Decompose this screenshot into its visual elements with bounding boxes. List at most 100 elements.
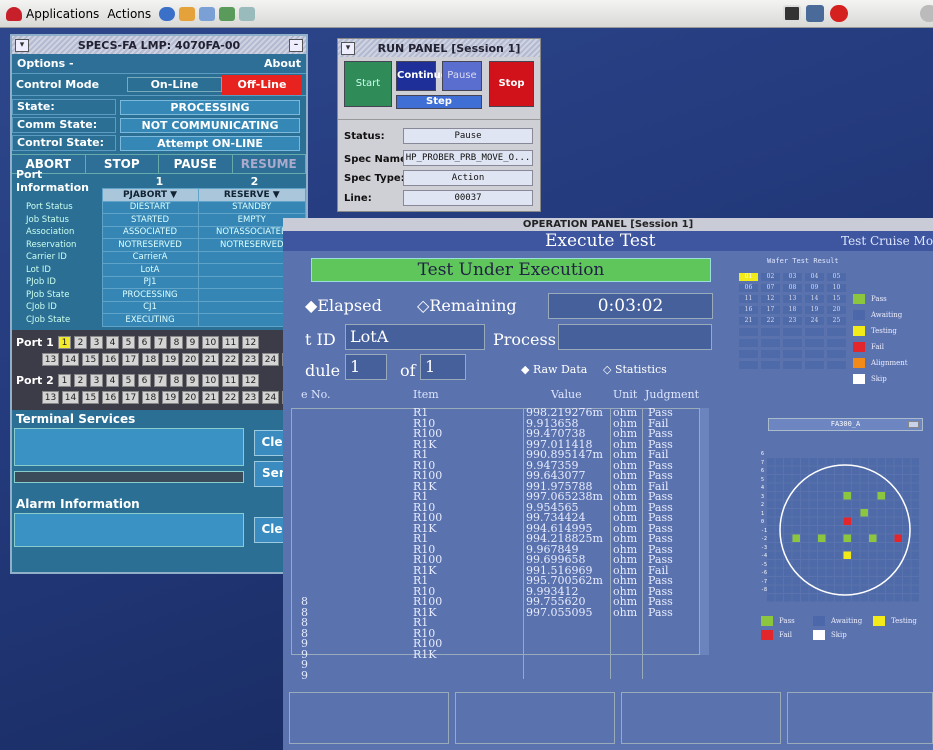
port1-slot[interactable]: 4	[106, 336, 119, 349]
port2-slot[interactable]: 14	[62, 391, 79, 404]
port1-slot[interactable]: 16	[102, 353, 119, 366]
window-menu-icon[interactable]: ▾	[341, 41, 355, 55]
raw-data-radio[interactable]: ◆ Raw Data	[521, 363, 587, 376]
run-titlebar[interactable]: ▾ RUN PANEL [Session 1]	[338, 39, 540, 57]
port2-label: Port 2	[16, 373, 54, 387]
resume-button[interactable]: RESUME	[233, 155, 306, 173]
legend-alignment: Alignment	[853, 358, 908, 368]
dropdown-icon[interactable]	[908, 421, 919, 428]
lot-id-field[interactable]: LotA	[345, 324, 485, 350]
tool-icon[interactable]	[239, 6, 256, 21]
port2-slot[interactable]: 3	[90, 374, 103, 387]
port1-slot[interactable]: 21	[202, 353, 219, 366]
actions-menu[interactable]: Actions	[107, 7, 151, 21]
port1-slot[interactable]: 2	[74, 336, 87, 349]
port2-slot[interactable]: 10	[202, 374, 219, 387]
port2-slot[interactable]: 21	[202, 391, 219, 404]
window-menu-icon[interactable]: ▾	[15, 38, 29, 52]
run-pause-button[interactable]: Pause	[442, 61, 482, 91]
specs-titlebar[interactable]: ▾ SPECS-FA LMP: 4070FA-00 –	[12, 36, 306, 54]
port1-slot[interactable]: 10	[202, 336, 219, 349]
port2-slot[interactable]: 18	[142, 391, 159, 404]
port1-slot[interactable]: 3	[90, 336, 103, 349]
mail-icon[interactable]	[179, 6, 196, 21]
operation-titlebar[interactable]: OPERATION PANEL [Session 1]	[283, 218, 933, 231]
wafer-select[interactable]: FA300_A	[768, 418, 923, 431]
port1-slot[interactable]: 13	[42, 353, 59, 366]
wafer-die	[826, 568, 834, 576]
pause-button[interactable]: PAUSE	[159, 155, 233, 173]
statistics-radio[interactable]: ◇ Statistics	[603, 363, 667, 376]
elapsed-radio[interactable]: ◆Elapsed	[305, 296, 382, 315]
about-menu[interactable]: About	[264, 57, 301, 70]
port1-slot[interactable]: 23	[242, 353, 259, 366]
port2-slot[interactable]: 8	[170, 374, 183, 387]
run-stop-button[interactable]: Stop	[489, 61, 534, 107]
port1-slot[interactable]: 1	[58, 336, 71, 349]
port1-slot[interactable]: 24	[262, 353, 279, 366]
remaining-radio[interactable]: ◇Remaining	[417, 296, 517, 315]
wafer-die	[801, 568, 809, 576]
port2-slot[interactable]: 4	[106, 374, 119, 387]
port2-slot[interactable]: 16	[102, 391, 119, 404]
terminal-output[interactable]	[14, 427, 244, 466]
module-field[interactable]: 1	[345, 354, 387, 380]
port1-slot[interactable]: 15	[82, 353, 99, 366]
clock-icon[interactable]	[920, 5, 933, 22]
process-field[interactable]	[558, 324, 712, 350]
port2-slot[interactable]: 17	[122, 391, 139, 404]
wafer-die	[911, 568, 919, 576]
port1-slot[interactable]: 5	[122, 336, 135, 349]
network-icon[interactable]	[783, 5, 801, 22]
wafer-die	[877, 526, 885, 534]
clipboard-icon[interactable]	[806, 5, 824, 22]
port1-slot[interactable]: 14	[62, 353, 79, 366]
port1-select[interactable]: PJABORT ▼	[101, 188, 199, 202]
office-icon[interactable]	[219, 6, 236, 21]
port1-slot[interactable]: 22	[222, 353, 239, 366]
start-button[interactable]: Start	[344, 61, 392, 107]
port1-slot[interactable]: 7	[154, 336, 167, 349]
browser-icon[interactable]	[159, 6, 176, 21]
port2-slot[interactable]: 22	[222, 391, 239, 404]
alarm-output[interactable]	[14, 512, 244, 547]
wafer-die	[886, 551, 894, 559]
port2-slot[interactable]: 6	[138, 374, 151, 387]
port1-slot[interactable]: 9	[186, 336, 199, 349]
port2-slot[interactable]: 7	[154, 374, 167, 387]
alert-icon[interactable]	[830, 5, 848, 22]
port1-slot[interactable]: 12	[242, 336, 259, 349]
port2-slot[interactable]: 23	[242, 391, 259, 404]
offline-button[interactable]: Off-Line	[222, 74, 302, 95]
port1-slot[interactable]: 19	[162, 353, 179, 366]
port2-slot[interactable]: 1	[58, 374, 71, 387]
port2-slot[interactable]: 24	[262, 391, 279, 404]
wafer-die	[835, 534, 843, 542]
port2-slot[interactable]: 13	[42, 391, 59, 404]
port2-slot[interactable]: 20	[182, 391, 199, 404]
port1-slot[interactable]: 6	[138, 336, 151, 349]
editor-icon[interactable]	[199, 6, 216, 21]
online-button[interactable]: On-Line	[127, 77, 222, 92]
applications-menu[interactable]: Applications	[26, 7, 99, 21]
port2-select[interactable]: RESERVE ▼	[197, 188, 306, 202]
continue-button[interactable]: Continue	[396, 61, 448, 91]
port2-slot[interactable]: 19	[162, 391, 179, 404]
port1-slot[interactable]: 8	[170, 336, 183, 349]
port-info-row: Reservation NOTRESERVED NOTRESERVED	[12, 238, 306, 252]
terminal-input[interactable]	[14, 470, 244, 483]
step-button[interactable]: Step	[396, 95, 482, 109]
port2-slot[interactable]: 9	[186, 374, 199, 387]
port2-slot[interactable]: 12	[242, 374, 259, 387]
port2-slot[interactable]: 15	[82, 391, 99, 404]
minimize-icon[interactable]: –	[289, 38, 303, 52]
options-menu[interactable]: Options -	[17, 57, 74, 70]
port2-slot[interactable]: 2	[74, 374, 87, 387]
port1-slot[interactable]: 20	[182, 353, 199, 366]
results-scrollbar[interactable]	[699, 408, 709, 655]
port1-slot[interactable]: 17	[122, 353, 139, 366]
port2-slot[interactable]: 11	[222, 374, 239, 387]
port2-slot[interactable]: 5	[122, 374, 135, 387]
port1-slot[interactable]: 11	[222, 336, 239, 349]
port1-slot[interactable]: 18	[142, 353, 159, 366]
